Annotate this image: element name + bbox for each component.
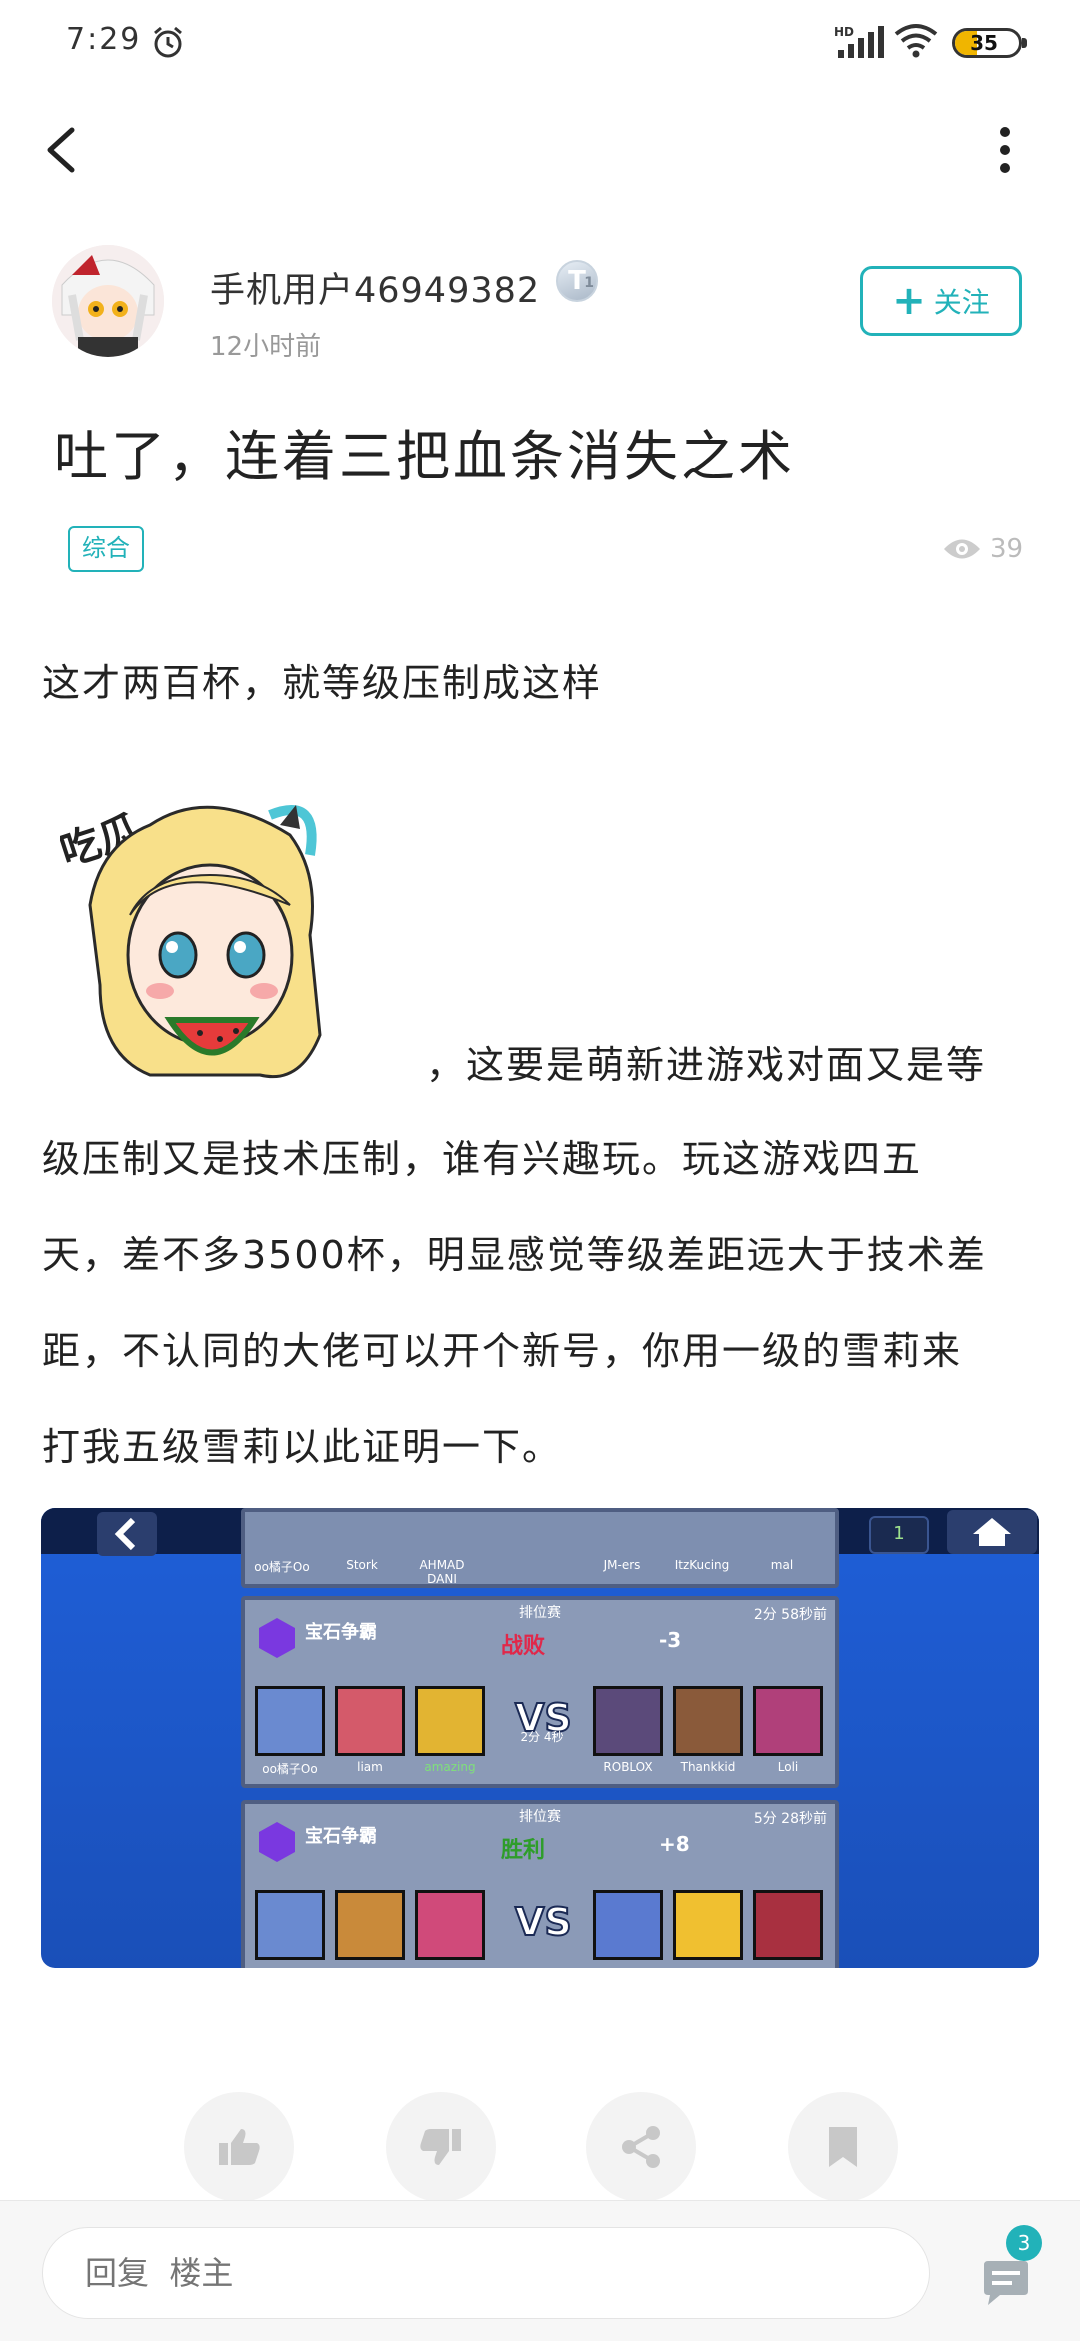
avatar-image <box>52 245 164 357</box>
brawler-portrait <box>415 1686 485 1756</box>
battery-tip <box>1022 38 1027 48</box>
brawler-portrait <box>673 1686 743 1756</box>
follow-label: 关注 <box>933 286 990 319</box>
status-time: 7:29 <box>66 22 142 57</box>
brawler-portrait <box>593 1890 663 1960</box>
brawler-portrait <box>593 1686 663 1756</box>
level-number: 1 <box>584 275 594 291</box>
share-icon <box>622 2126 660 2168</box>
match-time-ago: 2分 58秒前 <box>753 1607 827 1623</box>
post-paragraph-2-line: ，这要是萌新进游戏对面又是等 <box>426 1043 987 1087</box>
match-trophy-change: +8 <box>659 1832 690 1856</box>
post-category-tag[interactable]: 综合 <box>68 526 144 572</box>
player-name: AHMAD DANI <box>419 1558 465 1586</box>
thumbs-up-icon <box>219 2129 260 2165</box>
wifi-icon <box>894 24 938 58</box>
match-trophy-change: -3 <box>659 1628 682 1652</box>
screenshot-counter: 1 <box>869 1516 929 1554</box>
reply-bar: 3 <box>0 2200 1080 2341</box>
view-count-number: 39 <box>990 534 1024 564</box>
post-time: 12小时前 <box>210 332 322 362</box>
brawler-portrait <box>673 1890 743 1960</box>
brawler-portrait <box>335 1890 405 1960</box>
game-screenshot-image[interactable]: 对战日志 1 oo橘子Oo Stork AHMAD DANI JM-ers It… <box>41 1508 1039 1968</box>
like-button[interactable] <box>184 2092 294 2202</box>
vs-label: VS <box>514 1899 573 1945</box>
match-duration: 2分 4秒 <box>520 1730 564 1744</box>
match-result: 胜利 <box>501 1838 546 1863</box>
brawler-portrait <box>255 1890 325 1960</box>
author-avatar[interactable] <box>52 245 164 357</box>
player-name: liam <box>357 1760 383 1774</box>
author-name[interactable]: 手机用户46949382 <box>210 262 540 313</box>
player-name: Stork <box>346 1558 378 1572</box>
reply-input[interactable] <box>42 2227 930 2319</box>
signal-icon: HD <box>834 25 884 58</box>
share-button[interactable] <box>586 2092 696 2202</box>
battery-indicator: 35 <box>952 28 1022 58</box>
match-mode: 宝石争霸 <box>305 1622 377 1643</box>
player-name: mal <box>770 1558 794 1572</box>
screenshot-home-icon <box>947 1510 1037 1554</box>
follow-button[interactable]: + 关注 <box>860 266 1022 336</box>
player-name: Loli <box>777 1760 799 1774</box>
eye-icon <box>944 539 980 559</box>
screenshot-match-2: 排位赛 宝石争霸 胜利 +8 5分 28秒前 VS <box>241 1800 839 1968</box>
gem-icon <box>259 1618 295 1658</box>
more-options-button[interactable] <box>980 118 1030 182</box>
battery-level: 35 <box>970 31 998 55</box>
alarm-icon <box>154 26 182 58</box>
bookmark-button[interactable] <box>788 2092 898 2202</box>
post-paragraph-2-line: 打我五级雪莉以此证明一下。 <box>42 1425 563 1469</box>
match-mode: 宝石争霸 <box>305 1826 377 1847</box>
user-level-badge: T 1 <box>556 260 598 302</box>
player-name: ROBLOX <box>603 1760 653 1774</box>
dislike-button[interactable] <box>386 2092 496 2202</box>
player-name: oo橘子Oo <box>262 1762 318 1776</box>
brawler-portrait <box>753 1686 823 1756</box>
screenshot-previous-match: oo橘子Oo Stork AHMAD DANI JM-ers ItzKucing… <box>241 1508 839 1588</box>
brawler-portrait <box>415 1890 485 1960</box>
level-letter: T <box>568 266 586 296</box>
player-name: Thankkid <box>680 1760 736 1774</box>
brawler-portrait <box>335 1686 405 1756</box>
match-result: 战败 <box>501 1634 546 1659</box>
screenshot-match-1: 排位赛 宝石争霸 战败 -3 2分 58秒前 VS oo橘子Oo liam am… <box>241 1596 839 1788</box>
post-paragraph-2-line: 天，差不多3500杯，明显感觉等级差距远大于技术差 <box>42 1233 987 1277</box>
sticker-image: 吃瓜… <box>60 795 322 1079</box>
network-type: HD <box>834 25 854 39</box>
plus-icon: + <box>892 278 926 324</box>
brawler-portrait <box>255 1686 325 1756</box>
post-title: 吐了，连着三把血条消失之术 <box>54 425 795 488</box>
thumbs-down-icon <box>420 2129 461 2165</box>
comments-icon[interactable] <box>980 2257 1032 2309</box>
post-paragraph-2-line: 级压制又是技术压制，谁有兴趣玩。玩这游戏四五 <box>42 1137 923 1181</box>
player-name: ItzKucing <box>674 1558 730 1572</box>
view-count: 39 <box>942 534 1023 564</box>
post-paragraph-2-line: 距，不认同的大佬可以开个新号，你用一级的雪莉来 <box>42 1329 963 1373</box>
brawler-portrait <box>753 1890 823 1960</box>
match-time-ago: 5分 28秒前 <box>753 1811 827 1827</box>
post-paragraph-1: 这才两百杯，就等级压制成这样 <box>42 661 603 705</box>
player-name: oo橘子Oo <box>254 1560 310 1574</box>
player-name: JM-ers <box>603 1558 641 1572</box>
bookmark-icon <box>829 2127 857 2167</box>
back-button[interactable] <box>32 118 92 182</box>
gem-icon <box>259 1822 295 1862</box>
comment-count-badge: 3 <box>1006 2225 1042 2261</box>
player-name: amazing <box>424 1760 476 1774</box>
